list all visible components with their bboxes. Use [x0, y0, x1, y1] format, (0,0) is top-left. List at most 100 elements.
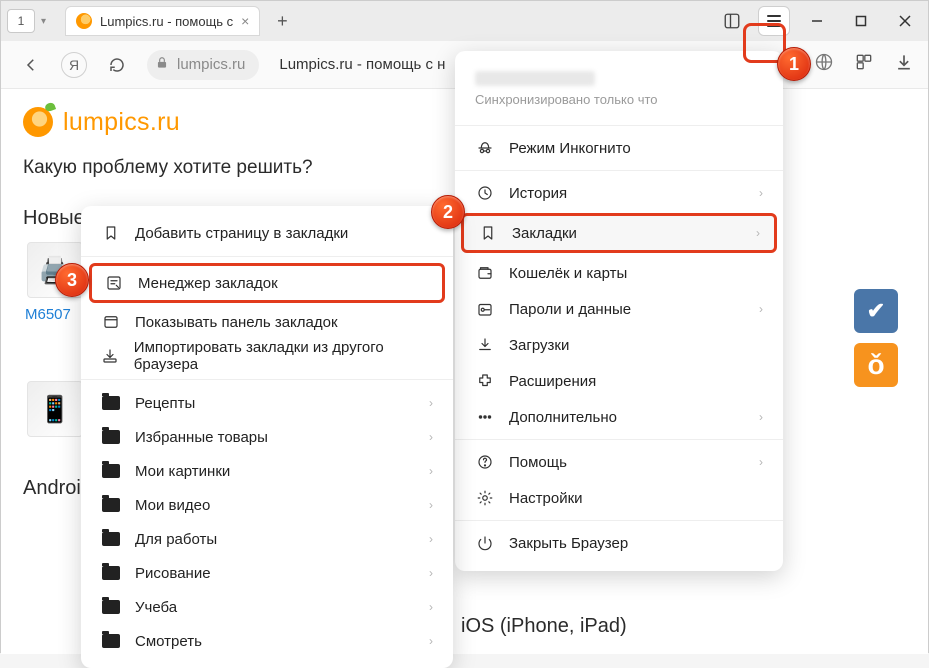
extensions-icon[interactable] [854, 52, 874, 77]
menu-incognito[interactable]: Режим Инкогнито [455, 130, 783, 166]
menu-downloads[interactable]: Загрузки [455, 327, 783, 363]
folder-icon [101, 396, 121, 410]
reload-button[interactable] [101, 50, 133, 80]
wallet-icon [475, 264, 495, 282]
chevron-right-icon: › [429, 464, 433, 478]
help-icon [475, 453, 495, 471]
bookmark-icon [101, 224, 121, 242]
bookmark-folder[interactable]: Учеба› [81, 590, 453, 624]
menu-passwords[interactable]: Пароли и данные › [455, 291, 783, 327]
menu-label: Закладки [512, 225, 577, 242]
menu-extensions[interactable]: Расширения [455, 363, 783, 399]
dots-icon [475, 408, 495, 426]
chevron-right-icon: › [759, 410, 763, 424]
sub-label: Добавить страницу в закладки [135, 225, 348, 242]
share-ok[interactable]: ǒ [854, 343, 898, 387]
menu-history[interactable]: История › [455, 175, 783, 211]
sub-import[interactable]: Импортировать закладки из другого браузе… [81, 339, 453, 373]
folder-icon [101, 566, 121, 580]
history-icon [475, 184, 495, 202]
tab-count[interactable]: 1 [7, 9, 35, 33]
bookmark-folder[interactable]: Рисование › [81, 556, 453, 590]
sub-bookmark-manager[interactable]: Менеджер закладок [89, 263, 445, 303]
separator [455, 125, 783, 126]
menu-label: Загрузки [509, 337, 569, 354]
separator [455, 170, 783, 171]
lumpics-favicon [76, 13, 92, 29]
new-tab-button[interactable]: + [270, 9, 294, 33]
bookmark-folder[interactable]: Избранные товары › [81, 420, 453, 454]
folder-label: Мои картинки [135, 463, 230, 480]
folder-label: Избранные товары [135, 429, 268, 446]
lumpics-logo-text[interactable]: lumpics.ru [63, 108, 180, 137]
hamburger-menu-button[interactable] [758, 6, 790, 36]
menu-bookmarks[interactable]: Закладки › [461, 213, 777, 253]
folder-label: Рисование [135, 565, 211, 582]
globe-icon[interactable] [814, 52, 834, 77]
url-box[interactable]: lumpics.ru [147, 50, 259, 80]
folder-label: Мои видео [135, 497, 210, 514]
menu-label: Закрыть Браузер [509, 535, 628, 552]
bookmark-folder[interactable]: Рецепты › [81, 386, 453, 420]
sync-status: Синхронизировано только что [475, 92, 763, 107]
sidebar-icon[interactable] [716, 6, 748, 36]
browser-tab[interactable]: Lumpics.ru - помощь с × [65, 6, 260, 36]
manager-icon [104, 274, 124, 292]
chevron-right-icon: › [429, 498, 433, 512]
puzzle-icon [475, 372, 495, 390]
folder-icon [101, 600, 121, 614]
page-title-inline: Lumpics.ru - помощь с н [279, 56, 445, 73]
folder-label: Учеба [135, 599, 177, 616]
close-tab-icon[interactable]: × [241, 13, 249, 29]
chevron-right-icon: › [759, 302, 763, 316]
menu-label: Помощь [509, 454, 567, 471]
window-maximize[interactable] [844, 6, 878, 36]
article-thumb-2[interactable]: 📱 [27, 381, 83, 437]
main-menu: Синхронизировано только что Режим Инкогн… [455, 51, 783, 571]
folder-label: Рецепты [135, 395, 195, 412]
bookmark-folder[interactable]: Мои видео › [81, 488, 453, 522]
folder-icon [101, 532, 121, 546]
menu-label: Настройки [509, 490, 583, 507]
section-ios: iOS (iPhone, iPad) [461, 615, 627, 638]
menu-wallet[interactable]: Кошелёк и карты [455, 255, 783, 291]
power-icon [475, 534, 495, 552]
folder-icon [101, 464, 121, 478]
yandex-home-icon[interactable]: Я [61, 52, 87, 78]
menu-user-block[interactable]: Синхронизировано только что [455, 57, 783, 121]
sub-show-bar[interactable]: Показывать панель закладок [81, 305, 453, 339]
bookmark-folder[interactable]: Мои картинки › [81, 454, 453, 488]
sub-label: Менеджер закладок [138, 275, 278, 292]
download-icon [475, 336, 495, 354]
window-minimize[interactable] [800, 6, 834, 36]
chevron-right-icon: › [429, 566, 433, 580]
chevron-right-icon: › [429, 396, 433, 410]
hamburger-icon [767, 15, 781, 27]
sub-label: Импортировать закладки из другого браузе… [134, 339, 433, 373]
share-vk[interactable]: ✔ [854, 289, 898, 333]
chevron-right-icon: › [759, 455, 763, 469]
chevron-down-icon[interactable]: ▾ [41, 16, 55, 27]
folder-label: Смотреть [135, 633, 202, 650]
lumpics-logo-icon [23, 107, 53, 137]
nav-back[interactable] [15, 50, 47, 80]
window-close[interactable] [888, 6, 922, 36]
menu-more[interactable]: Дополнительно › [455, 399, 783, 435]
menu-close-browser[interactable]: Закрыть Браузер [455, 525, 783, 561]
callout-badge-3: 3 [55, 263, 89, 297]
bookmark-folder[interactable]: Для работы› [81, 522, 453, 556]
menu-label: Пароли и данные [509, 301, 631, 318]
menu-label: Кошелёк и карты [509, 265, 627, 282]
separator [455, 520, 783, 521]
menu-label: История [509, 185, 567, 202]
folder-label: Для работы [135, 531, 217, 548]
separator [81, 379, 453, 380]
chevron-right-icon: › [429, 430, 433, 444]
folder-icon [101, 498, 121, 512]
download-icon[interactable] [894, 52, 914, 77]
menu-help[interactable]: Помощь › [455, 444, 783, 480]
menu-settings[interactable]: Настройки [455, 480, 783, 516]
sub-add-bookmark[interactable]: Добавить страницу в закладки [81, 216, 453, 250]
callout-badge-2: 2 [431, 195, 465, 229]
separator [455, 439, 783, 440]
